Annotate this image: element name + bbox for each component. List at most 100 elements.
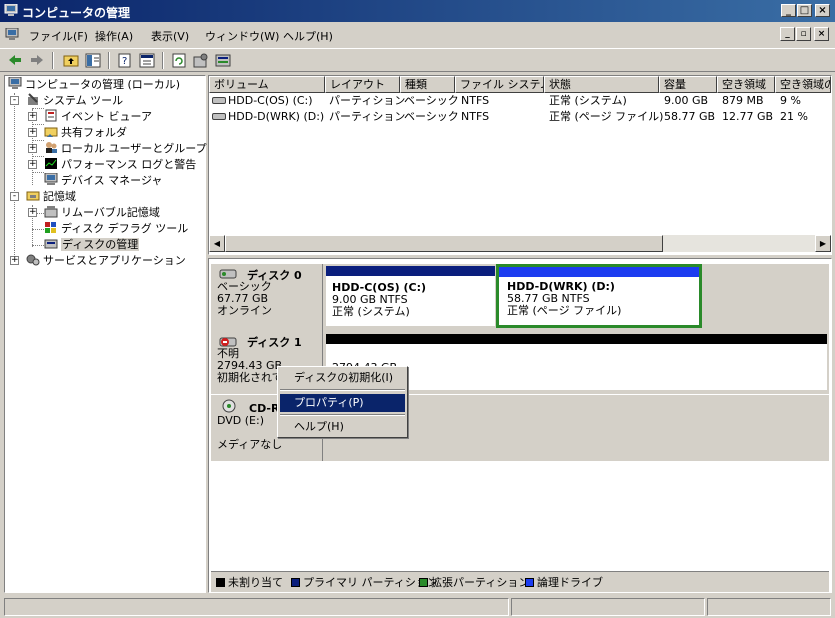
expand-toggle[interactable]: + (28, 128, 37, 137)
toolbar-separator (162, 52, 164, 69)
defrag-icon (45, 222, 56, 233)
menu-bar: ファイル(F) 操作(A) 表示(V) ウィンドウ(W) ヘルプ(H) _ ▫ … (0, 24, 835, 46)
properties-icon[interactable]: ? (116, 52, 134, 69)
tree-node-disk-management[interactable]: ディスクの管理 (44, 237, 140, 253)
legend-primary: プライマリ パーティション (291, 577, 438, 589)
menu-help[interactable]: ヘルプ(H) (283, 28, 333, 44)
partition-d[interactable]: HDD-D(WRK) (D:) 58.77 GB NTFS 正常 (ページ ファ… (496, 264, 702, 328)
free-space-cell: 879 MB (722, 94, 764, 107)
column-header-type[interactable]: 種類 (400, 76, 455, 93)
window-title: コンピュータの管理 (22, 6, 131, 20)
toolbar-separator (52, 52, 54, 69)
tree-node-event-viewer[interactable]: イベント ビューア (44, 109, 152, 125)
tree-node-services[interactable]: サービスとアプリケーション (26, 253, 186, 269)
tree-node-storage[interactable]: 記憶域 (26, 189, 76, 205)
collapse-toggle[interactable]: - (10, 96, 19, 105)
console-tree[interactable]: コンピュータの管理 (ローカル) - システム ツール + イベント ビューア … (4, 75, 207, 593)
mdi-computer-icon[interactable] (5, 28, 19, 41)
partition-c[interactable]: HDD-C(OS) (C:) 9.00 GB NTFS 正常 (システム) (326, 266, 495, 326)
horizontal-scrollbar[interactable]: ◀ ▶ (209, 235, 831, 252)
menu-window[interactable]: ウィンドウ(W) (205, 28, 279, 44)
tree-label: ディスクの管理 (61, 238, 140, 251)
menu-view[interactable]: 表示(V) (151, 28, 189, 44)
cdrom-status: メディアなし (217, 438, 283, 451)
help-topic-icon[interactable] (138, 52, 156, 69)
disk-info[interactable]: ディスク 0 ベーシック 67.77 GB オンライン (211, 264, 323, 330)
tree-node-local-users[interactable]: ローカル ユーザーとグループ (44, 141, 207, 157)
shared-folder-icon (44, 127, 58, 137)
minimize-button[interactable]: _ (781, 4, 796, 17)
collapse-toggle[interactable]: - (10, 192, 19, 201)
column-header-filesystem[interactable]: ファイル システム (455, 76, 544, 93)
users-icon (46, 142, 57, 153)
free-percent-cell: 21 % (780, 110, 808, 123)
menu-action[interactable]: 操作(A) (95, 28, 133, 44)
context-menu[interactable]: ディスクの初期化(I) プロパティ(P) ヘルプ(H) (277, 366, 408, 438)
mdi-restore-button[interactable]: ▫ (796, 27, 811, 41)
tree-node-shared-folders[interactable]: 共有フォルダ (44, 125, 127, 141)
scroll-left-button[interactable]: ◀ (209, 235, 225, 252)
scroll-right-button[interactable]: ▶ (815, 235, 831, 252)
volume-list[interactable]: ボリューム レイアウト 種類 ファイル システム 状態 容量 空き領域 空き領域… (208, 75, 832, 255)
mdi-close-button[interactable]: × (814, 27, 829, 41)
menu-item-properties[interactable]: プロパティ(P) (280, 394, 405, 412)
mdi-minimize-button[interactable]: _ (780, 27, 795, 41)
filesystem-cell: NTFS (461, 110, 490, 123)
toolbar-separator (108, 52, 110, 69)
disk-icon (219, 269, 237, 279)
column-header-volume[interactable]: ボリューム (209, 76, 325, 93)
column-header-status[interactable]: 状態 (544, 76, 659, 93)
maximize-button[interactable]: □ (797, 4, 812, 17)
close-button[interactable]: × (815, 4, 830, 17)
cdrom-icon (222, 399, 236, 413)
disk-name: ディスク 1 (247, 336, 302, 349)
back-arrow-icon[interactable] (6, 52, 24, 69)
volume-cell: HDD-C(OS) (C:) (212, 93, 324, 109)
tree-label: ディスク デフラグ ツール (61, 222, 189, 235)
tree-line (32, 245, 44, 247)
tree-node-performance-logs[interactable]: パフォーマンス ログと警告 (44, 157, 196, 173)
expand-toggle[interactable]: + (28, 144, 37, 153)
event-viewer-icon (45, 109, 57, 122)
disk-management-icon[interactable] (214, 52, 232, 69)
disk-row-0[interactable]: ディスク 0 ベーシック 67.77 GB オンライン HDD-C(OS) (C… (211, 264, 829, 330)
expand-toggle[interactable]: + (28, 112, 37, 121)
legend-unallocated: 未割り当て (216, 577, 283, 589)
show-hide-tree-icon[interactable] (84, 52, 102, 69)
computer-management-icon (4, 4, 18, 16)
up-folder-icon[interactable] (62, 52, 80, 69)
tree-node-removable-storage[interactable]: リムーバブル記憶域 (44, 205, 160, 221)
expand-toggle[interactable]: + (10, 256, 19, 265)
storage-icon (26, 191, 40, 201)
settings-icon[interactable] (192, 52, 210, 69)
capacity-cell: 58.77 GB (664, 110, 716, 123)
refresh-icon[interactable] (170, 52, 188, 69)
column-header-layout[interactable]: レイアウト (325, 76, 400, 93)
status-segment (4, 598, 509, 616)
expand-toggle[interactable]: + (28, 160, 37, 169)
tree-node-disk-defrag[interactable]: ディスク デフラグ ツール (44, 221, 188, 237)
disk-status: 初期化されて (217, 371, 283, 384)
menu-item-initialize-disk[interactable]: ディスクの初期化(I) (280, 369, 405, 387)
scroll-thumb[interactable] (225, 235, 663, 252)
status-segment (707, 598, 831, 616)
tree-line (32, 172, 44, 174)
menu-item-help[interactable]: ヘルプ(H) (280, 418, 405, 436)
column-header-free-percent[interactable]: 空き領域の (775, 76, 831, 93)
expand-toggle[interactable]: + (28, 208, 37, 217)
legend-swatch (216, 578, 225, 587)
menu-file[interactable]: ファイル(F) (29, 28, 88, 44)
title-bar[interactable]: コンピュータの管理 _ □ × (0, 0, 835, 22)
tree-node-system-tools[interactable]: システム ツール (26, 93, 123, 109)
free-space-cell: 12.77 GB (722, 110, 774, 123)
forward-arrow-icon[interactable] (28, 52, 46, 69)
removable-storage-icon (44, 206, 58, 218)
computer-icon (8, 77, 22, 89)
tree-node-device-manager[interactable]: デバイス マネージャ (44, 173, 162, 189)
status-segment (511, 598, 705, 616)
column-header-capacity[interactable]: 容量 (659, 76, 717, 93)
status-cell: 正常 (システム) (549, 94, 627, 107)
column-header-free-space[interactable]: 空き領域 (717, 76, 775, 93)
tree-node-root[interactable]: コンピュータの管理 (ローカル) (8, 77, 180, 93)
tree-label: デバイス マネージャ (61, 174, 163, 187)
